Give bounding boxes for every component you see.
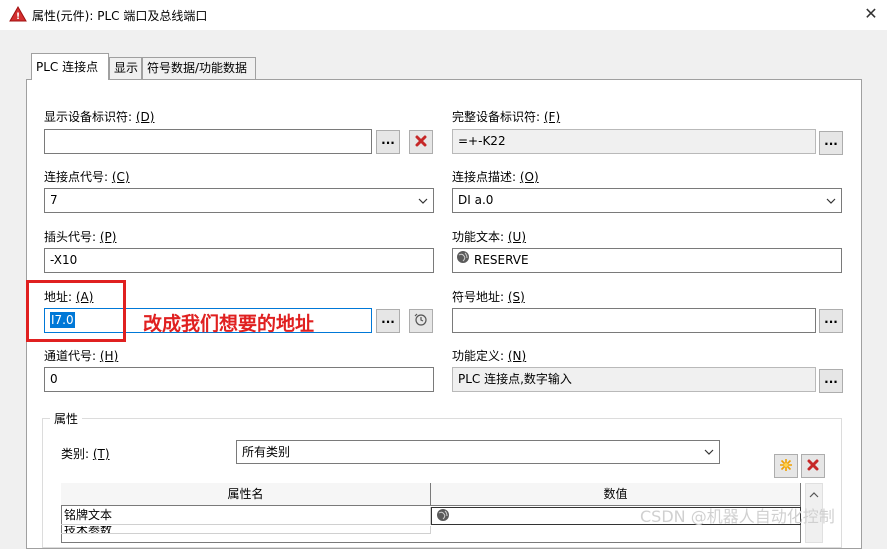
tab-display[interactable]: 显示 [109, 57, 142, 79]
display-device-tag-browse-button[interactable]: ... [376, 130, 400, 154]
properties-group-title: 属性 [50, 410, 83, 427]
category-label: 类别: (T) [61, 447, 110, 461]
annotation-highlight-box [26, 280, 126, 342]
tab-symbol-function-data[interactable]: 符号数据/功能数据 [142, 57, 256, 79]
function-definition-label: 功能定义: (N) [452, 349, 527, 363]
symbolic-address-input[interactable] [452, 308, 816, 333]
tab-plc-connection[interactable]: PLC 连接点 [31, 53, 109, 80]
function-definition-browse-button[interactable]: ... [819, 369, 843, 393]
function-definition-field: PLC 连接点,数字输入 [452, 367, 816, 392]
red-x-icon [415, 135, 427, 150]
table-row-name[interactable]: 铭牌文本 [61, 507, 431, 525]
full-device-tag-field: =+-K22 [452, 129, 816, 154]
function-text-value: RESERVE [474, 253, 529, 267]
plug-code-input[interactable]: -X10 [44, 248, 434, 273]
connection-point-code-value: 7 [50, 193, 58, 207]
display-device-tag-label: 显示设备标识符: (D) [44, 110, 155, 124]
function-text-label: 功能文本: (U) [452, 230, 527, 244]
function-text-input[interactable]: RESERVE [452, 248, 842, 273]
new-property-button[interactable] [774, 454, 798, 478]
globe-icon [436, 508, 450, 524]
full-device-tag-browse-button[interactable]: ... [819, 131, 843, 155]
connection-point-code-select[interactable]: 7 [44, 188, 434, 213]
chevron-down-icon [825, 189, 837, 212]
channel-code-label: 通道代号: (H) [44, 349, 119, 363]
globe-icon [456, 249, 470, 272]
channel-code-input[interactable]: 0 [44, 367, 434, 392]
connection-point-desc-label: 连接点描述: (O) [452, 170, 539, 184]
address-browse-button[interactable]: ... [376, 309, 400, 333]
window-title: 属性(元件): PLC 端口及总线端口 [32, 9, 208, 23]
display-device-tag-input[interactable] [44, 129, 372, 154]
symbolic-address-label: 符号地址: (S) [452, 290, 525, 304]
category-select[interactable]: 所有类别 [236, 440, 720, 464]
address-assist-button[interactable] [409, 309, 433, 333]
chevron-down-icon [703, 441, 715, 463]
plug-code-label: 插头代号: (P) [44, 230, 117, 244]
chevron-up-icon [809, 487, 819, 501]
annotation-text: 改成我们想要的地址 [143, 313, 315, 335]
delete-property-button[interactable] [801, 454, 825, 478]
new-star-icon [779, 458, 793, 475]
watermark-text: CSDN @机器人自动化控制 [640, 507, 835, 526]
symbolic-address-browse-button[interactable]: ... [819, 309, 843, 333]
chevron-down-icon [417, 189, 429, 212]
red-x-icon [807, 459, 819, 474]
close-icon[interactable]: ✕ [860, 4, 882, 24]
address-assist-icon [414, 313, 428, 330]
category-value: 所有类别 [242, 445, 291, 459]
connection-point-desc-value: DI a.0 [458, 193, 494, 207]
connection-point-desc-select[interactable]: DI a.0 [452, 188, 842, 213]
app-icon: ! [9, 5, 27, 22]
column-header-property-name[interactable]: 属性名 [61, 483, 431, 506]
connection-point-code-label: 连接点代号: (C) [44, 170, 130, 184]
delete-button[interactable] [409, 130, 433, 154]
svg-text:!: ! [16, 12, 20, 22]
full-device-tag-label: 完整设备标识符: (F) [452, 110, 561, 124]
